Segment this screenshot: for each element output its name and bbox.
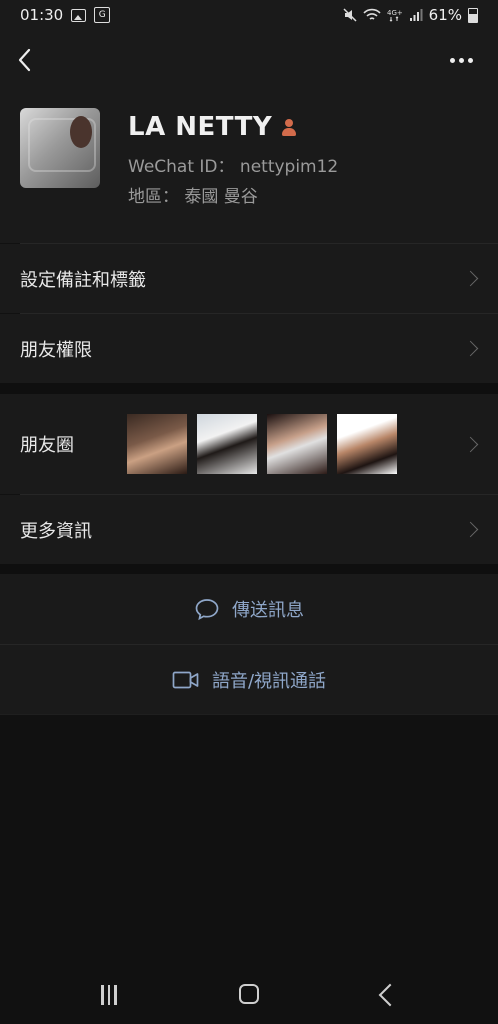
friend-permissions-row[interactable]: 朋友權限: [0, 314, 498, 383]
profile-name: LA NETTY: [128, 112, 273, 142]
mute-icon: [343, 8, 357, 22]
system-back-icon[interactable]: [378, 983, 402, 1007]
more-options-icon[interactable]: [450, 50, 476, 70]
chat-bubble-icon: [195, 599, 219, 621]
remarks-tags-row[interactable]: 設定備註和標籤: [0, 244, 498, 313]
system-nav-bar: [0, 968, 498, 1024]
back-arrow-icon[interactable]: [16, 47, 38, 73]
voice-video-call-label: 語音/視訊通話: [211, 670, 327, 692]
wechat-id-label: WeChat ID：: [128, 157, 235, 177]
status-time: 01:30: [20, 6, 64, 24]
wechat-id-value: nettypim12: [239, 157, 339, 177]
signal-icon: [409, 9, 423, 21]
region-value: 泰國 曼谷: [184, 187, 258, 207]
moments-photo-2[interactable]: [197, 414, 257, 474]
status-bar: 01:30 G 4G+ 61%: [0, 0, 498, 30]
more-info-label: 更多資訊: [20, 520, 92, 542]
region: 地區： 泰國 曼谷: [128, 182, 258, 207]
4g-icon: 4G+: [387, 9, 403, 22]
moments-label: 朋友圈: [20, 435, 74, 456]
female-gender-icon: [280, 118, 298, 136]
send-message-button[interactable]: 傳送訊息: [0, 574, 498, 644]
name-row: LA NETTY: [128, 112, 298, 142]
section-separator: [0, 564, 498, 574]
gallery-notification-icon: [71, 8, 87, 22]
chevron-right-icon: [462, 340, 479, 357]
battery-icon: [468, 7, 478, 23]
video-camera-icon: [172, 671, 199, 688]
recent-apps-icon[interactable]: [101, 985, 123, 1005]
friend-permissions-label: 朋友權限: [20, 339, 92, 361]
divider: [0, 714, 498, 715]
send-message-label: 傳送訊息: [232, 600, 304, 621]
home-icon[interactable]: [239, 984, 259, 1004]
moments-row[interactable]: 朋友圈: [0, 394, 498, 494]
more-info-row[interactable]: 更多資訊: [0, 495, 498, 564]
chevron-right-icon: [462, 270, 479, 287]
chevron-right-icon: [462, 436, 479, 452]
wifi-icon: [363, 8, 381, 20]
region-label: 地區：: [128, 187, 179, 207]
moments-photo-1[interactable]: [127, 414, 187, 474]
section-separator: [0, 383, 498, 394]
translate-notification-icon: G: [94, 7, 111, 23]
svg-text:4G+: 4G+: [387, 9, 403, 17]
moments-photo-3[interactable]: [267, 414, 327, 474]
chevron-right-icon: [462, 521, 479, 538]
profile-header: LA NETTY WeChat ID： nettypim12 地區： 泰國 曼谷: [0, 90, 498, 243]
voice-video-call-button[interactable]: 語音/視訊通話: [0, 645, 498, 714]
remarks-tags-label: 設定備註和標籤: [20, 269, 146, 291]
top-nav: [0, 30, 498, 90]
battery-percent: 61%: [428, 6, 462, 24]
moments-photo-4[interactable]: [337, 414, 397, 474]
avatar[interactable]: [20, 108, 100, 188]
wechat-id: WeChat ID： nettypim12: [128, 152, 338, 177]
